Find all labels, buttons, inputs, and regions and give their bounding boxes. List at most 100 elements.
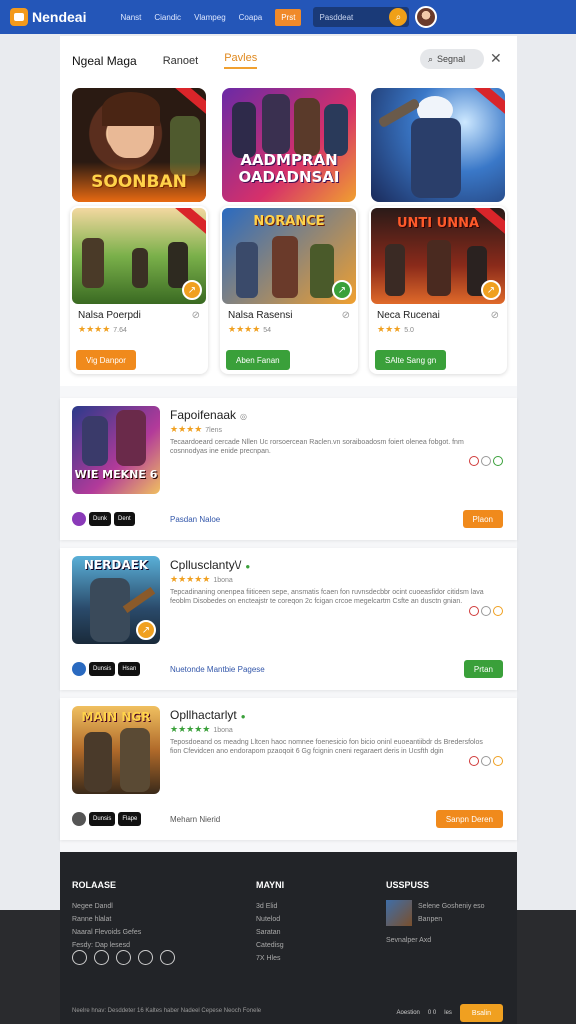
list-item-2-image: NERDAEK ↗ [72,556,160,644]
list-item-1-button[interactable]: Plaon [462,510,503,528]
footer-link[interactable]: Ranne hlalat [72,913,141,926]
game-card-1-image: ↗ [72,208,206,304]
game-card-3-title: Neca Rucenai [377,310,440,321]
game-card-1[interactable]: ↗ Nalsa Poerpdi ⊘ ★★★★ 7.64 Vig Danpor [70,206,208,374]
share-icon[interactable] [481,606,491,616]
game-card-2-image: NORANCE ↗ [222,208,356,304]
list-item-1-link[interactable]: Pasdan Naloe [170,515,220,524]
game-card-1-button[interactable]: Vig Danpor [76,350,136,370]
footer-news-link[interactable]: Sevnalper Axd [386,934,485,947]
game-card-2-play-icon[interactable]: ↗ [332,280,352,300]
game-card-1-stars: ★★★★ 7.64 [78,324,127,334]
banner-2-title: AADMPRAN OADADNSAI [238,151,340,186]
footer-bottom-button[interactable]: Bsalin [459,1004,503,1022]
tab-2[interactable]: Ranoet [163,55,198,67]
share-icon[interactable] [481,756,491,766]
game-card-3-image: UNTI UNNA ↗ [371,208,505,304]
list-item-3-title: Opllhactarlyt ● [170,708,246,722]
social-icon[interactable] [94,950,109,965]
flag-icon[interactable] [493,756,503,766]
nav-item-active[interactable]: Prst [275,8,302,26]
list-item-2-action-icons [469,606,503,616]
footer-link[interactable]: Naaral Flevoids Gefes [72,926,141,939]
platform-icon [72,512,86,526]
footer-column-3-title: USSPUSS [386,880,430,890]
game-card-2-stars: ★★★★ 54 [228,324,272,334]
featured-panel: Ngeal Maga Ranoet Pavles ⌕ Segnal ✕ SOON… [60,36,517,386]
panel-search-label: Segnal [437,54,466,64]
top-search-placeholder: Pasddeat [319,12,354,22]
banner-1[interactable]: SOONBAN [72,88,206,202]
social-icon[interactable] [72,950,87,965]
search-icon[interactable]: ⌕ [389,8,408,26]
platform-badge-2[interactable]: Hsan [118,662,141,676]
nav-item-4[interactable]: Coapa [239,13,263,22]
footer-link[interactable]: Negee Dandl [72,900,141,913]
heart-icon[interactable] [469,456,479,466]
game-card-2-rating: 54 [263,327,272,334]
social-icon[interactable] [138,950,153,965]
banner-3[interactable] [371,88,505,202]
social-icon[interactable] [160,950,175,965]
heart-icon[interactable] [469,606,479,616]
list-item-3[interactable]: MAIN NGR Opllhactarlyt ● ★★★★★ 1bona Tepos… [60,698,517,840]
info-icon[interactable]: ⊘ [192,310,200,321]
footer-column-1: ROLAASE Negee Dandl Ranne hlalat Naaral … [72,880,141,952]
tab-3-active[interactable]: Pavles [224,52,258,69]
footer-link[interactable]: Nutelod [256,913,284,926]
platform-badge-2[interactable]: Dent [114,512,135,526]
game-card-3-rating: 5.0 [404,327,414,334]
footer-column-2-title: MAYNI [256,880,285,890]
game-card-3[interactable]: UNTI UNNA ↗ Neca Rucenai ⊘ ★★★ 5.0 SAlte … [369,206,507,374]
tab-1[interactable]: Ngeal Maga [72,54,137,68]
check-icon[interactable] [493,456,503,466]
social-icon[interactable] [116,950,131,965]
game-card-2-button[interactable]: Aben Fanan [226,350,290,370]
platform-badge-2[interactable]: Flape [118,812,142,826]
nav-item-2[interactable]: Ciandic [154,13,181,22]
game-card-2[interactable]: NORANCE ↗ Nalsa Rasensi ⊘ ★★★★ 54 Aben Fa… [220,206,358,374]
list-item-2[interactable]: NERDAEK ↗ Cpllusclanty\/● ★★★★★ 1bona Tep… [60,548,517,690]
nav-item-3[interactable]: Vlampeg [194,13,226,22]
info-icon[interactable]: ⊘ [342,310,350,321]
heart-icon[interactable] [469,756,479,766]
footer-column-3: USSPUSS Selene Gosheniy eso Banpen Sevna… [386,880,485,947]
close-icon[interactable]: ✕ [490,50,502,67]
nav-item-1[interactable]: Nanst [120,13,141,22]
list-item-3-link[interactable]: Meharn Nierid [170,815,220,824]
list-item-3-button[interactable]: Sanpn Deren [435,810,503,828]
footer-link[interactable]: 3d Elid [256,900,284,913]
brand-logo[interactable]: Nendeai [10,8,86,26]
user-avatar[interactable] [415,6,438,28]
flag-icon[interactable] [493,606,503,616]
footer-column-1-title: ROLAASE [72,880,117,890]
game-card-3-button[interactable]: SAlte Sang gn [375,350,447,370]
platform-badge-1[interactable]: Dunsis [89,812,116,826]
footer-link[interactable]: Catedisg [256,939,284,952]
news-title: Selene Gosheniy eso [418,903,485,910]
footer-bottom-counts: 0 0 [427,1010,437,1016]
list-item-1-action-icons [469,456,503,466]
info-icon[interactable]: ⊘ [491,310,499,321]
news-thumbnail [386,900,412,926]
game-card-1-play-icon[interactable]: ↗ [182,280,202,300]
list-item-2-play-icon[interactable]: ↗ [136,620,156,640]
footer: ROLAASE Negee Dandl Ranne hlalat Naaral … [60,852,517,1024]
platform-badge-1[interactable]: Dunsis [89,662,116,676]
footer-link[interactable]: Saratan [256,926,284,939]
share-icon[interactable] [481,456,491,466]
top-search-input[interactable]: Pasddeat ⌕ [313,7,410,27]
panel-search-button[interactable]: ⌕ Segnal [420,49,484,69]
list-item-1-image: WIE MEKNE 6 [72,406,160,494]
footer-news-item[interactable]: Selene Gosheniy eso Banpen [386,900,485,926]
footer-link[interactable]: 7X Hles [256,952,284,965]
list-item-2-button[interactable]: Prtan [463,660,503,678]
banner-2[interactable]: AADMPRAN OADADNSAI [222,88,356,202]
platform-badge-1[interactable]: Dunk [89,512,112,526]
list-item-1[interactable]: WIE MEKNE 6 Fapoifenaak ◎ ★★★★ 7lens Tecaa… [60,398,517,540]
list-item-1-title: Fapoifenaak ◎ [170,408,248,422]
game-card-1-rating: 7.64 [113,327,127,334]
footer-bottom-link[interactable]: les [444,1010,452,1016]
list-item-2-link[interactable]: Nuetonde Mantbie Pagese [170,665,265,674]
game-card-3-play-icon[interactable]: ↗ [481,280,501,300]
